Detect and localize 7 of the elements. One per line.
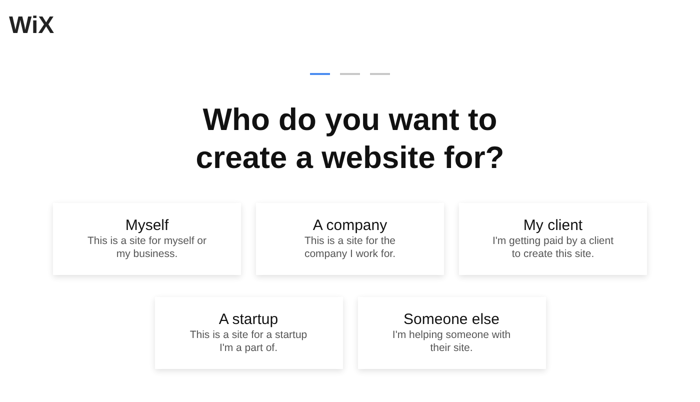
- page-heading: Who do you want to create a website for?: [196, 101, 504, 177]
- option-card[interactable]: A company This is a site for the company I work for.: [256, 203, 444, 275]
- option-card[interactable]: My client I'm getting paid by a client to create this site.: [459, 203, 647, 275]
- option-card[interactable]: Myself This is a site for myself or my business.: [53, 203, 241, 275]
- wix-logo: WiX: [9, 12, 54, 40]
- option-card[interactable]: Someone else I'm helping someone with their site.: [358, 297, 546, 369]
- option-card[interactable]: A startup This is a site for a startup I'm a part of.: [154, 297, 342, 369]
